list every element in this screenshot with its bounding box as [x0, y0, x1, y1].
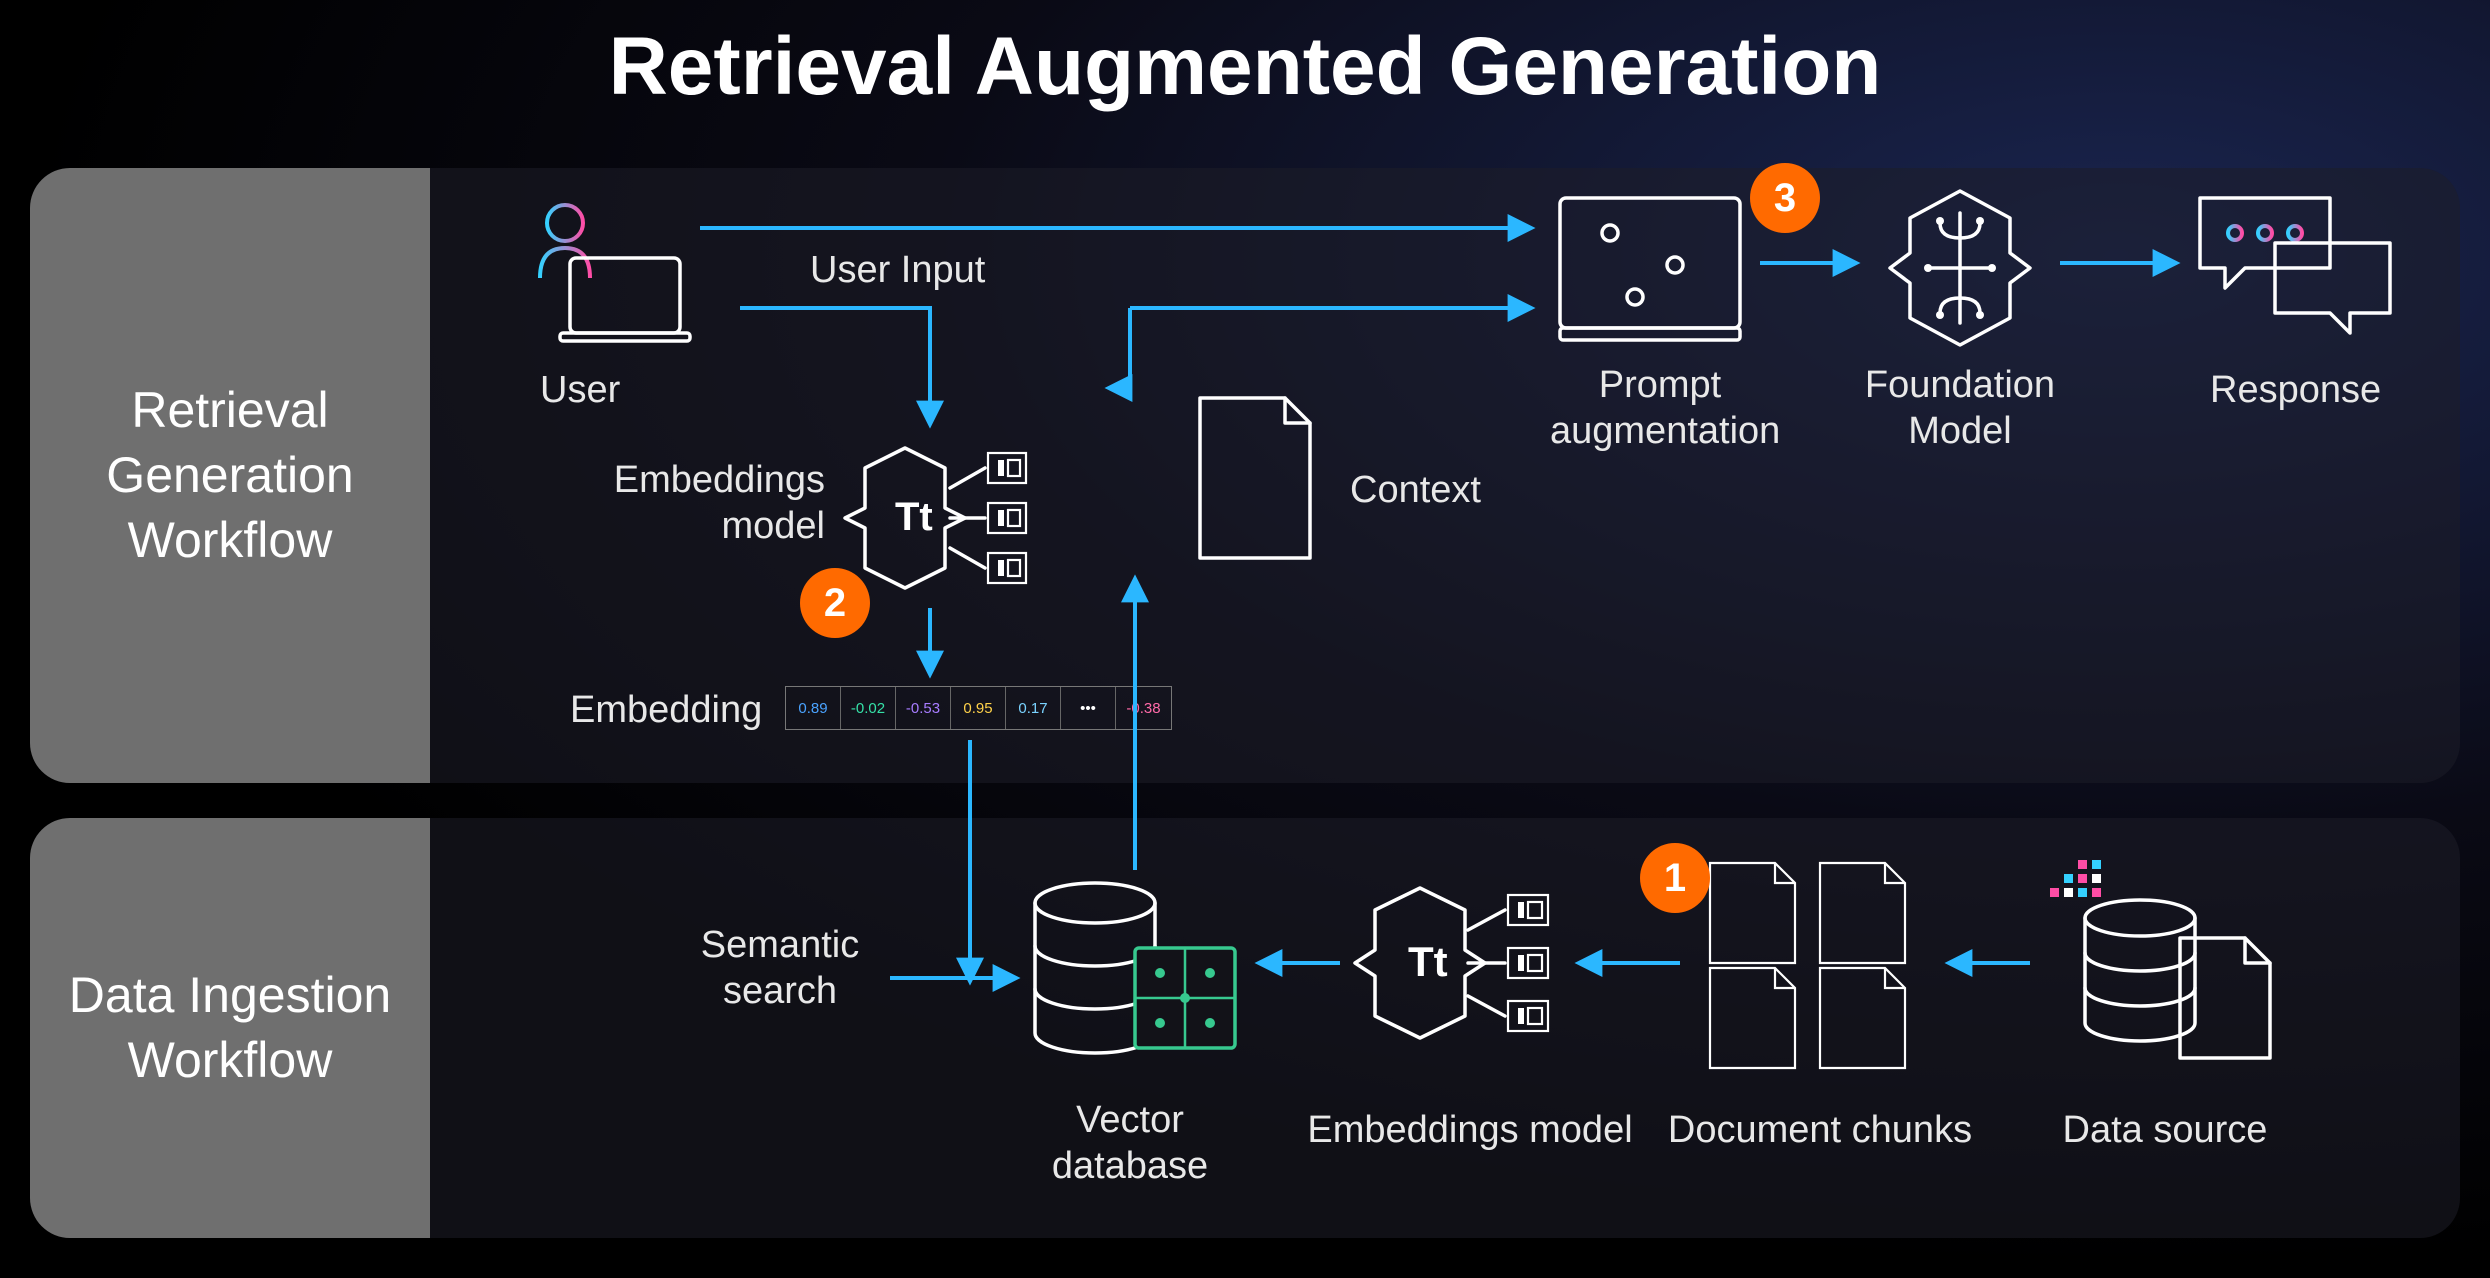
vector-database-icon — [1030, 878, 1240, 1078]
label-embeddings-model-top: Embeddings model — [605, 458, 825, 549]
panel-retrieval-generation: Retrieval Generation Workflow User User … — [30, 168, 2460, 783]
label-embedding: Embedding — [570, 688, 762, 734]
page-title: Retrieval Augmented Generation — [0, 20, 2490, 114]
step-badge-2: 2 — [800, 568, 870, 638]
response-icon — [2190, 188, 2400, 348]
embedding-cell: -0.53 — [896, 687, 951, 729]
embedding-cell: -0.02 — [841, 687, 896, 729]
label-user: User — [540, 368, 620, 414]
step-badge-3: 3 — [1750, 163, 1820, 233]
label-doc-chunks: Document chunks — [1660, 1108, 1980, 1154]
embedding-cell: ••• — [1061, 687, 1116, 729]
data-source-icon — [2050, 858, 2280, 1068]
svg-text:Tt: Tt — [895, 495, 933, 539]
embeddings-model-bottom-icon: Tt — [1360, 878, 1560, 1048]
label-vector-db: Vector database — [1030, 1098, 1230, 1189]
panel-label-retrieval: Retrieval Generation Workflow — [30, 168, 430, 783]
label-prompt-aug: Prompt augmentation — [1550, 363, 1770, 454]
prompt-augmentation-icon — [1555, 193, 1745, 343]
embedding-cell: 0.17 — [1006, 687, 1061, 729]
document-chunks-icon — [1700, 858, 1930, 1068]
panel-body-bottom: Semantic search Vector database Tt Embed… — [430, 818, 2460, 1238]
label-data-source: Data source — [2050, 1108, 2280, 1154]
label-foundation-model: Foundation Model — [1850, 363, 2070, 454]
foundation-model-icon — [1870, 183, 2050, 353]
embedding-cell: 0.95 — [951, 687, 1006, 729]
embedding-cell: -0.38 — [1116, 687, 1171, 729]
embedding-vector: 0.89 -0.02 -0.53 0.95 0.17 ••• -0.38 — [785, 686, 1172, 730]
panel-data-ingestion: Data Ingestion Workflow Semantic search … — [30, 818, 2460, 1238]
label-context: Context — [1350, 468, 1481, 514]
user-icon — [510, 198, 690, 348]
svg-text:Tt: Tt — [1408, 938, 1448, 985]
panel-body-top: User User Input Tt Embeddings model Embe… — [430, 168, 2460, 783]
label-response: Response — [2210, 368, 2381, 414]
step-badge-1: 1 — [1640, 843, 1710, 913]
embedding-cell: 0.89 — [786, 687, 841, 729]
panel-label-ingestion: Data Ingestion Workflow — [30, 818, 430, 1238]
label-user-input: User Input — [810, 248, 985, 294]
context-document-icon — [1190, 393, 1320, 563]
label-semantic-search: Semantic search — [680, 923, 880, 1014]
embeddings-model-icon: Tt — [850, 438, 1040, 598]
label-embeddings-model-bot: Embeddings model — [1300, 1108, 1640, 1154]
